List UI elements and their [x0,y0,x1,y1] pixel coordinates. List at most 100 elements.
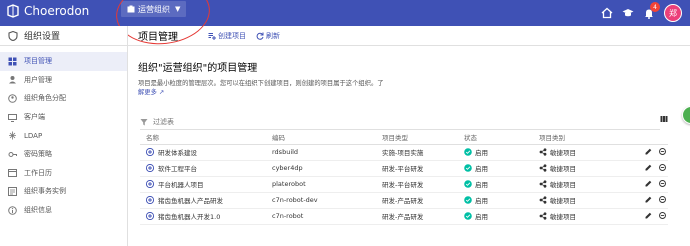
filter-bar [140,114,660,130]
org-icon [127,5,135,13]
calendar-icon [8,169,17,178]
sidebar-item-org-info[interactable]: 组织信息 [0,201,127,220]
project-avatar-icon [146,196,154,204]
home-icon[interactable] [601,7,613,19]
header-status[interactable]: 状态 [464,131,539,145]
filter-input[interactable] [153,117,353,126]
project-avatar-icon [146,180,154,188]
sidebar-item-ldap[interactable]: LDAP [0,126,127,145]
cell-status: 启用 [464,176,539,193]
disable-icon[interactable] [659,211,666,219]
floating-action-button[interactable] [682,106,690,124]
edit-icon[interactable] [645,148,652,155]
learn-more-link[interactable]: 解更多 [138,89,157,96]
caret-down-icon: ▼ [175,5,181,13]
refresh-label: 刷新 [266,31,280,40]
header-code[interactable]: 编码 [272,131,382,145]
project-avatar-icon [146,212,154,220]
status-text: 启用 [475,165,488,173]
category-text: 敏捷项目 [550,213,576,221]
info-icon [8,205,17,215]
edit-icon[interactable] [645,164,652,171]
status-text: 启用 [475,213,488,221]
disable-icon[interactable] [659,147,666,155]
project-name[interactable]: 研发体系建设 [158,147,197,157]
sidebar-item-transaction-instance[interactable]: 组织事务实例 [0,182,127,201]
refresh-button[interactable]: 刷新 [256,31,280,41]
create-project-label: 创建项目 [218,31,246,40]
cell-name: 研发体系建设 [140,144,272,161]
agile-icon [539,148,547,156]
app-logo[interactable]: Choerodon [6,4,89,18]
cell-actions [619,208,668,225]
user-avatar[interactable]: 郑 [664,4,682,22]
sidebar-item-client[interactable]: 客户端 [0,108,127,127]
cell-name: 猪齿鱼机器人开发1.0 [140,208,272,225]
table-row[interactable]: 平台机器人项目 platerobot 研发-平台研发 启用 敏捷项目 [140,176,668,193]
page-description: 项目是最小粒度的管理层次。您可以在组织下创建项目，则创建的项目属于这个组织。了 … [138,79,438,97]
table-row[interactable]: 研发体系建设 rdsbuild 实施-项目实施 启用 敏捷项目 [140,144,668,161]
logo-icon [7,4,19,18]
org-switcher-button[interactable]: 运营组织 ▼ [121,1,187,17]
sidebar-item-label: 组织角色分配 [24,94,66,103]
refresh-icon [256,32,264,40]
sidebar-item-label: 客户端 [24,113,45,122]
project-name[interactable]: 平台机器人项目 [158,179,204,189]
sidebar-item-work-calendar[interactable]: 工作日历 [0,164,127,183]
graduation-cap-icon[interactable] [622,7,634,19]
column-toggle-icon[interactable] [660,115,668,123]
edit-icon[interactable] [645,180,652,187]
cell-actions [619,176,668,193]
cell-code: cyber4dp [272,160,382,177]
category-text: 敏捷项目 [550,181,576,189]
sidebar-item-role-assignment[interactable]: 组织角色分配 [0,89,127,108]
cell-name: 猪齿鱼机器人产品研发 [140,192,272,209]
project-name[interactable]: 猪齿鱼机器人开发1.0 [158,211,220,221]
project-name[interactable]: 猪齿鱼机器人产品研发 [158,195,223,205]
top-actions: 4 郑 [601,2,682,22]
org-switcher-label: 运营组织 [138,4,170,14]
playlist-add-icon [208,32,216,40]
edit-icon[interactable] [645,212,652,219]
agile-icon [539,212,547,220]
project-table: 名称 编码 项目类型 状态 项目类别 研发体系建设 rdsbuild 实施-项目实施… [140,131,668,225]
role-icon [8,94,17,103]
sidebar-item-project-management[interactable]: 项目管理 [0,52,127,71]
cell-category: 敏捷项目 [539,160,619,177]
edit-icon[interactable] [645,196,652,203]
section-title: 组织"运营组织"的项目管理 [138,63,258,74]
category-text: 敏捷项目 [550,149,576,157]
cell-code: rdsbuild [272,144,382,161]
page-title: 项目管理 [138,32,178,43]
category-text: 敏捷项目 [550,165,576,173]
page-header: 项目管理 创建项目 刷新 [128,26,690,46]
table-row[interactable]: 猪齿鱼机器人产品研发 c7n-robot-dev 研发-产品研发 启用 敏捷项目 [140,192,668,209]
header-type[interactable]: 项目类型 [382,131,464,145]
header-category[interactable]: 项目类别 [539,131,619,145]
sidebar-item-label: 组织事务实例 [24,187,66,196]
cell-actions [619,144,668,161]
ldap-icon [9,131,16,140]
cell-status: 启用 [464,192,539,209]
table-row[interactable]: 猪齿鱼机器人开发1.0 c7n-robot 研发-产品研发 启用 敏捷项目 [140,208,668,225]
cell-actions [619,192,668,209]
disable-icon[interactable] [659,179,666,187]
cell-type: 研发-平台研发 [382,176,464,193]
external-link-icon: ↗ [158,89,165,96]
sidebar-item-user-management[interactable]: 用户管理 [0,71,127,90]
cell-name: 软件工程平台 [140,160,272,177]
cell-name: 平台机器人项目 [140,176,272,193]
disable-icon[interactable] [659,195,666,203]
sidebar-item-password-policy[interactable]: 密码策略 [0,145,127,164]
notification-button[interactable]: 4 [643,2,660,19]
disable-icon[interactable] [659,163,666,171]
header-name[interactable]: 名称 [140,131,272,145]
top-app-bar: Choerodon 运营组织 ▼ 4 郑 [0,0,690,49]
status-text: 启用 [475,197,488,205]
cell-actions [619,160,668,177]
project-name[interactable]: 软件工程平台 [158,163,197,173]
create-project-button[interactable]: 创建项目 [208,31,246,41]
table-row[interactable]: 软件工程平台 cyber4dp 研发-平台研发 启用 敏捷项目 [140,160,668,177]
notification-badge: 4 [650,2,660,12]
header-actions [619,131,668,145]
